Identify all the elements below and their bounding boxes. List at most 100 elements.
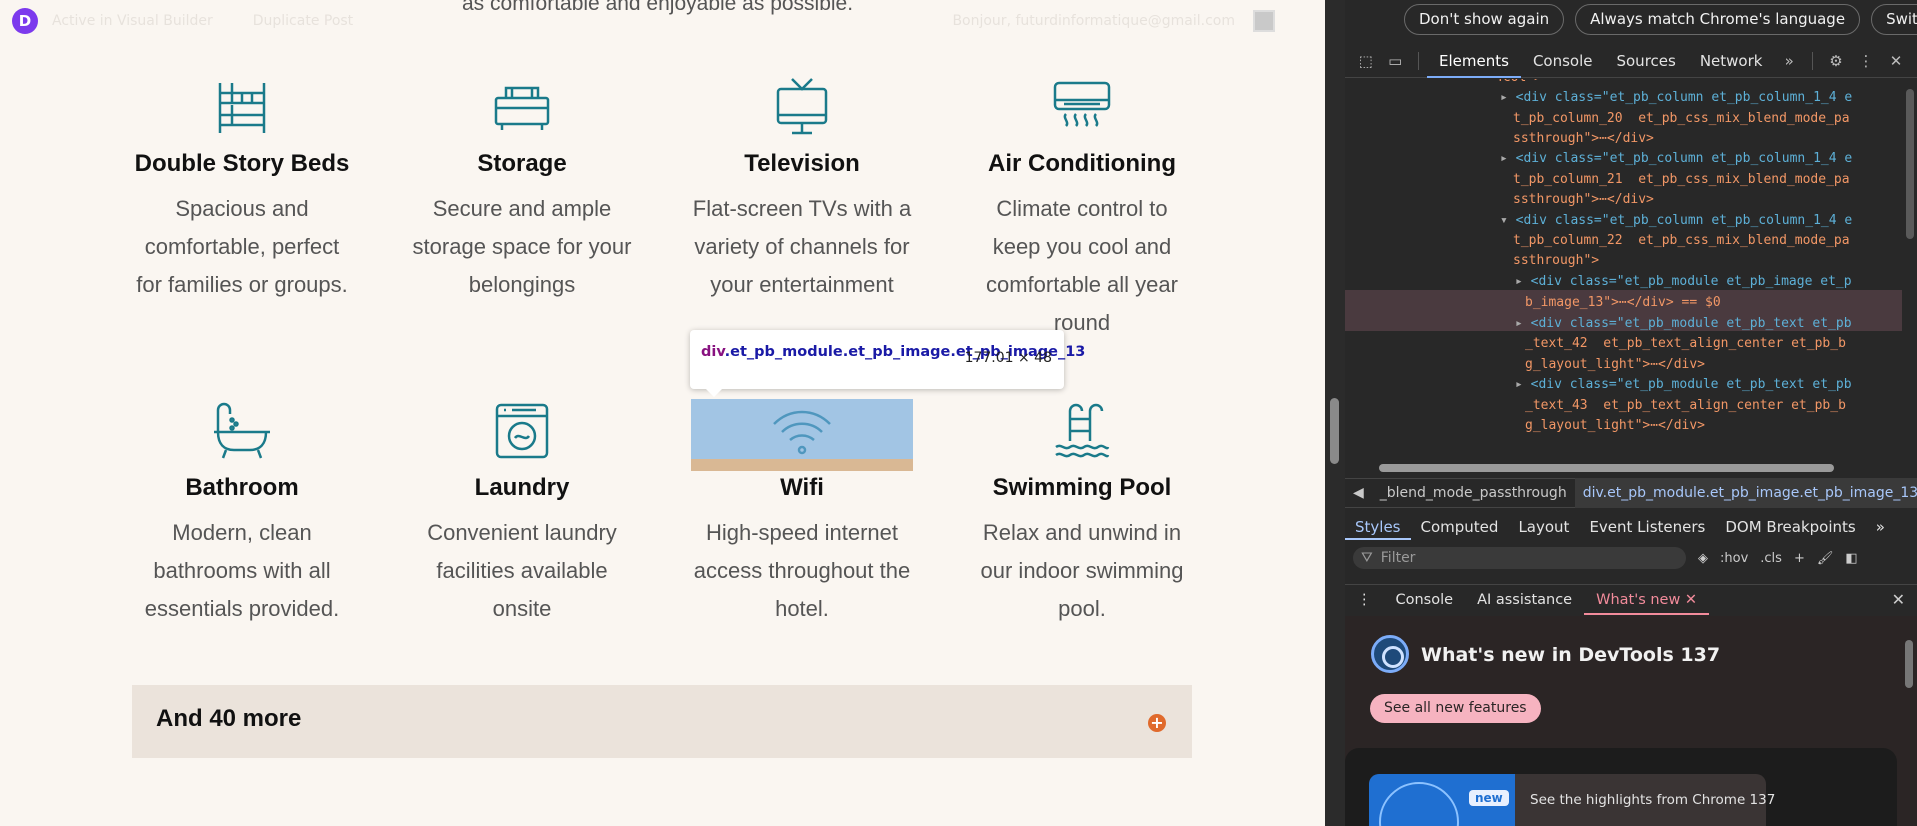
dom-node-line[interactable]: t_pb_column_20 et_pb_css_mix_blend_mode_…: [1513, 109, 1917, 130]
sidebar-toggle-icon[interactable]: ◧: [1845, 551, 1857, 566]
breadcrumb-back-icon[interactable]: ◀: [1345, 485, 1372, 501]
dom-node-line[interactable]: ▸ <div class="et_pb_column et_pb_column_…: [1500, 149, 1917, 170]
feature-description: Relax and unwind in our indoor swimming …: [980, 520, 1184, 621]
dom-node-line[interactable]: ▸ <div class="et_pb_column et_pb_column_…: [1500, 88, 1917, 109]
breadcrumb-item[interactable]: _blend_mode_passthrough: [1372, 485, 1575, 501]
user-avatar[interactable]: [1253, 10, 1275, 32]
whats-new-scrollbar[interactable]: [1905, 640, 1913, 688]
tab-sources[interactable]: Sources: [1604, 44, 1687, 78]
tab-dom-breakpoints[interactable]: DOM Breakpoints: [1715, 514, 1865, 540]
dom-node-line[interactable]: ssthrough">⋯</div>: [1513, 190, 1917, 211]
feature-description: Spacious and comfortable, perfect for fa…: [136, 196, 348, 297]
dom-node-text: ssthrough">⋯</div>: [1513, 131, 1654, 146]
visual-builder-link[interactable]: Active in Visual Builder: [52, 13, 213, 29]
air-conditioning-icon: [962, 76, 1202, 138]
more-tabs-chevron-icon[interactable]: »: [1774, 52, 1804, 70]
styles-filter-bar: ⛛ Filter ◈ :hov .cls + 🖌 ◧: [1345, 546, 1917, 570]
drawer-tab-whats-new[interactable]: What's new ✕: [1584, 585, 1710, 615]
expand-arrow-icon[interactable]: ▸: [1515, 316, 1531, 331]
elements-horizontal-scrollbar-thumb[interactable]: [1379, 464, 1834, 472]
dom-node-line[interactable]: g_layout_light">⋯</div>: [1525, 416, 1917, 437]
elements-vertical-scrollbar-thumb[interactable]: [1906, 89, 1914, 239]
close-icon[interactable]: ✕: [1881, 52, 1911, 70]
dom-node-line[interactable]: ▸ <div class="et_pb_module et_pb_text et…: [1515, 375, 1917, 396]
pool-ladder-icon: [962, 400, 1202, 462]
tab-elements[interactable]: Elements: [1427, 44, 1521, 78]
dom-node-text: g_layout_light">⋯</div>: [1525, 418, 1706, 433]
paint-brush-icon[interactable]: 🖌: [1817, 551, 1834, 566]
toolbar-divider: [1418, 51, 1420, 70]
user-greeting[interactable]: Bonjour, futurdinformatique@gmail.com: [952, 13, 1235, 29]
inspect-highlight-padding: [691, 459, 913, 471]
dom-node-line[interactable]: ssthrough">⋯</div>: [1513, 129, 1917, 150]
feature-double-story-beds: Double Story Beds Spacious and comfortab…: [122, 76, 362, 304]
tab-event-listeners[interactable]: Event Listeners: [1579, 514, 1715, 540]
device-toolbar-icon[interactable]: ▭: [1381, 52, 1411, 70]
duplicate-post-link[interactable]: Duplicate Post: [253, 13, 353, 29]
new-rule-icon[interactable]: +: [1794, 551, 1805, 566]
dom-node-text: b_image_13">⋯</div> == $0: [1525, 295, 1721, 310]
tab-layout[interactable]: Layout: [1508, 514, 1579, 540]
tab-styles[interactable]: Styles: [1345, 514, 1411, 540]
new-badge: new: [1469, 790, 1509, 806]
elements-horizontal-scrollbar[interactable]: [1359, 462, 1899, 474]
plus-icon[interactable]: +: [1148, 714, 1166, 732]
dom-node-text: t_pb_column_20 et_pb_css_mix_blend_mode_…: [1513, 111, 1850, 126]
drawer-menu-icon[interactable]: ⋮: [1345, 585, 1384, 615]
whats-new-title: What's new in DevTools 137: [1421, 644, 1721, 666]
more-tabs-chevron-icon[interactable]: »: [1866, 514, 1895, 540]
page-scrollbar[interactable]: [1325, 0, 1345, 826]
hov-toggle[interactable]: :hov: [1720, 551, 1748, 566]
tab-network[interactable]: Network: [1688, 44, 1775, 78]
dom-node-line[interactable]: ssthrough">: [1513, 251, 1917, 272]
feature-title: Double Story Beds: [134, 150, 350, 177]
divi-logo[interactable]: D: [12, 8, 38, 34]
dom-node-line[interactable]: _text_43 et_pb_text_align_center et_pb_b: [1525, 396, 1917, 417]
tab-computed[interactable]: Computed: [1411, 514, 1509, 540]
dom-node-line[interactable]: b_image_13">⋯</div> == $0: [1525, 293, 1917, 314]
expand-arrow-icon[interactable]: ▸: [1500, 151, 1516, 166]
more-amenities-toggle[interactable]: And 40 more +: [132, 685, 1192, 758]
expand-arrow-icon[interactable]: ▾: [1500, 213, 1516, 228]
elements-vertical-scrollbar[interactable]: [1903, 79, 1917, 463]
inspect-tooltip-dimensions: 177.01 × 48: [964, 350, 1052, 366]
dom-node-text: g_layout_light">⋯</div>: [1525, 357, 1706, 372]
page-scrollbar-thumb[interactable]: [1330, 398, 1339, 464]
see-all-features-button[interactable]: See all new features: [1370, 694, 1541, 723]
styles-filter-input[interactable]: ⛛ Filter: [1353, 547, 1686, 569]
layers-icon[interactable]: ◈: [1698, 551, 1708, 566]
cls-toggle[interactable]: .cls: [1760, 551, 1782, 566]
drawer-tab-whats-new-label: What's new: [1596, 591, 1681, 608]
dom-node-line[interactable]: ▸ <div class="et_pb_module et_pb_text et…: [1515, 314, 1917, 335]
feature-title: Wifi: [780, 474, 824, 501]
dom-node-text: ssthrough">⋯</div>: [1513, 192, 1654, 207]
dom-node-line[interactable]: ▾ <div class="et_pb_column et_pb_column_…: [1500, 211, 1917, 232]
dont-show-again-button[interactable]: Don't show again: [1404, 3, 1565, 35]
dom-node-line[interactable]: t_pb_column_21 et_pb_css_mix_blend_mode_…: [1513, 170, 1917, 191]
tab-console[interactable]: Console: [1521, 44, 1605, 78]
match-language-button[interactable]: Always match Chrome's language: [1575, 3, 1861, 35]
kebab-menu-icon[interactable]: ⋮: [1851, 52, 1881, 70]
bunk-bed-icon: [122, 76, 362, 138]
breadcrumb-item-selected[interactable]: div.et_pb_module.et_pb_image.et_pb_image…: [1574, 478, 1917, 508]
dom-node-text: t_pb_column_22 et_pb_css_mix_blend_mode_…: [1513, 233, 1850, 248]
expand-arrow-icon[interactable]: ▸: [1515, 377, 1531, 392]
close-drawer-icon[interactable]: ✕: [1892, 590, 1905, 609]
expand-arrow-icon[interactable]: ▸: [1515, 274, 1531, 289]
webpage-viewport: D Active in Visual Builder Duplicate Pos…: [0, 0, 1325, 826]
switch-devtools-button[interactable]: Switch Dev: [1871, 3, 1917, 35]
dom-node-text: <div class="et_pb_column et_pb_column_1_…: [1515, 90, 1853, 105]
dom-node-line[interactable]: _text_42 et_pb_text_align_center et_pb_b: [1525, 334, 1917, 355]
styles-pane-tabs: Styles Computed Layout Event Listeners D…: [1345, 514, 1917, 540]
dom-node-line[interactable]: ▸ <div class="et_pb_module et_pb_image e…: [1515, 272, 1917, 293]
feature-swimming-pool: Swimming Pool Relax and unwind in our in…: [962, 400, 1202, 628]
expand-arrow-icon[interactable]: ▸: [1500, 90, 1516, 105]
gear-icon[interactable]: ⚙: [1821, 52, 1851, 70]
dom-node-line[interactable]: t_pb_column_22 et_pb_css_mix_blend_mode_…: [1513, 231, 1917, 252]
tooltip-arrow: [706, 389, 722, 397]
inspect-tooltip: div.et_pb_module.et_pb_image.et_pb_image…: [690, 330, 1085, 397]
drawer-tab-console[interactable]: Console: [1384, 585, 1466, 615]
inspect-element-icon[interactable]: ⬚: [1351, 52, 1381, 70]
drawer-tab-ai-assistance[interactable]: AI assistance: [1465, 585, 1584, 615]
dom-node-line[interactable]: g_layout_light">⋯</div>: [1525, 355, 1917, 376]
